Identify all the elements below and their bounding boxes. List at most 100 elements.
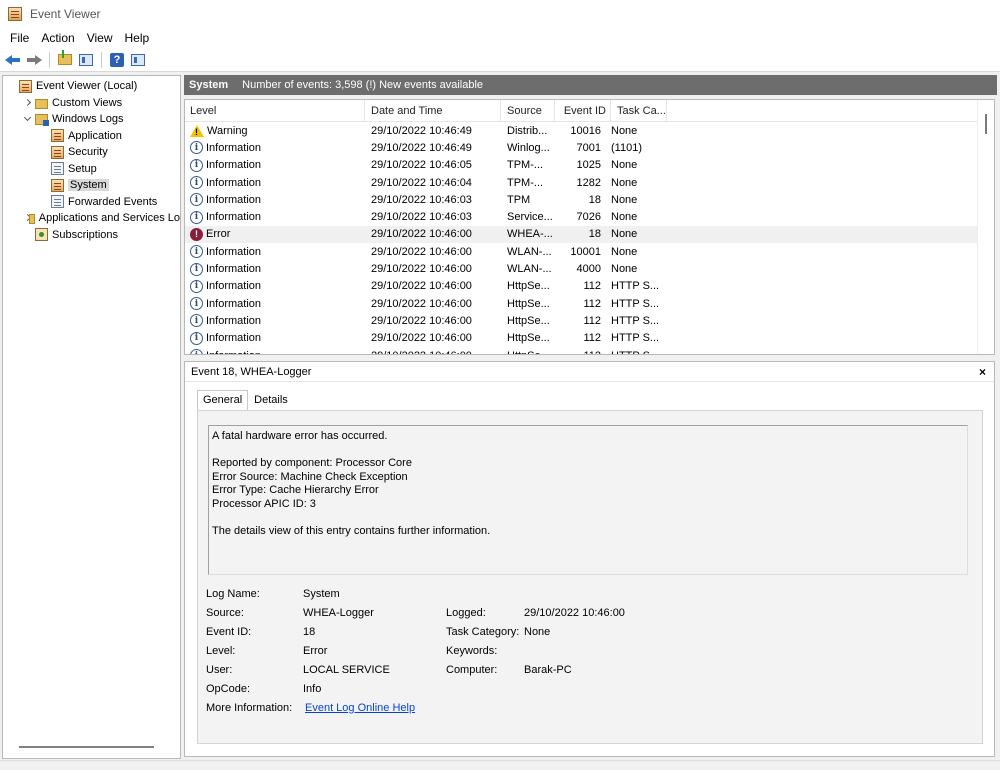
event-count: Number of events: 3,598 (!) New events a… <box>242 79 484 91</box>
cell-event-id: 18 <box>588 193 601 206</box>
main-pane: System Number of events: 3,598 (!) New e… <box>184 75 997 759</box>
level-text: Information <box>206 141 262 154</box>
event-row[interactable]: iInformation29/10/2022 10:46:00HttpSe...… <box>185 347 994 355</box>
tree-item-application[interactable]: Application <box>3 128 180 145</box>
event-row[interactable]: iInformation29/10/2022 10:46:00HttpSe...… <box>185 278 994 295</box>
information-icon: i <box>190 262 203 276</box>
column-event-id[interactable]: Event ID <box>555 100 611 121</box>
event-row[interactable]: i Information 29/10/2022 10:46:05 TPM-... 10… <box>185 157 994 174</box>
show-hide-console-tree-button[interactable] <box>77 51 95 69</box>
level-text: Information <box>206 211 262 224</box>
column-task-category[interactable]: Task Ca... <box>611 100 667 121</box>
tree-item-label: Custom Views <box>52 96 123 109</box>
show-hide-action-pane-button[interactable] <box>129 51 147 69</box>
tree-item-label: Security <box>68 146 108 159</box>
detail-header: Event 18, WHEA-Logger × <box>185 362 994 382</box>
event-row[interactable]: iInformation29/10/2022 10:46:00HttpSe...… <box>185 295 994 312</box>
tab-general[interactable]: General <box>197 390 249 410</box>
tree-item-subscriptions[interactable]: Subscriptions <box>3 227 180 244</box>
information-icon: i <box>190 314 203 328</box>
cell-source: TPM-... <box>507 159 544 172</box>
prop-source-label: Source: <box>206 607 244 619</box>
log-warn-icon <box>51 145 64 159</box>
cell-level: iInformation <box>185 349 365 354</box>
column-source[interactable]: Source <box>501 100 555 121</box>
event-description[interactable]: A fatal hardware error has occurred. Rep… <box>208 425 968 575</box>
tree-item-windows-logs[interactable]: Windows Logs <box>3 111 180 128</box>
menu-action[interactable]: Action <box>35 31 80 45</box>
menu-bar: File Action View Help <box>0 28 1000 48</box>
information-icon: i <box>190 279 203 293</box>
cell-event-id: 112 <box>555 350 605 355</box>
tree-item-event-viewer-local[interactable]: Event Viewer (Local) <box>3 78 180 95</box>
warning-icon <box>190 124 204 137</box>
cell-date-time: 29/10/2022 10:46:03 <box>371 193 472 206</box>
tree-item-forwarded-events[interactable]: Forwarded Events <box>3 194 180 211</box>
action-pane-icon <box>131 53 145 66</box>
up-one-level-button[interactable] <box>56 50 74 69</box>
cell-task-category: None <box>611 263 638 276</box>
folder-icon <box>35 98 48 109</box>
cell-source: WLAN-... <box>507 263 552 276</box>
cell-source: Distrib... <box>507 124 548 137</box>
column-date-time[interactable]: Date and Time <box>365 100 501 121</box>
cell-date-time: 29/10/2022 10:46:00 <box>371 280 472 293</box>
cell-source: TPM-... <box>507 176 544 189</box>
prop-task-category-label: Task Category: <box>446 626 520 638</box>
toolbar-separator <box>101 51 102 68</box>
tree-item-system[interactable]: System <box>3 177 180 194</box>
event-row[interactable]: iInformation29/10/2022 10:46:00HttpSe...… <box>185 330 994 347</box>
log-warn-icon <box>19 79 32 93</box>
event-log-online-help-link[interactable]: Event Log Online Help <box>305 701 415 715</box>
level-text: Information <box>206 159 262 172</box>
back-button[interactable] <box>4 51 22 69</box>
event-row[interactable]: i Information 29/10/2022 10:46:49 Winlog...… <box>185 139 994 156</box>
forward-button[interactable] <box>25 51 43 69</box>
tab-details[interactable]: Details <box>248 390 294 410</box>
close-icon[interactable]: × <box>979 365 986 379</box>
expand-chevron-icon[interactable] <box>23 213 27 223</box>
expand-chevron-icon[interactable] <box>23 114 33 124</box>
tree-item-custom-views[interactable]: Custom Views <box>3 95 180 112</box>
status-bar <box>0 760 1000 770</box>
tree-item-label: Applications and Services Lo <box>38 212 180 225</box>
event-row[interactable]: i Information 29/10/2022 10:46:03 TPM 18 None <box>185 191 994 208</box>
log-warn-icon <box>51 129 64 143</box>
event-row[interactable]: i Information 29/10/2022 10:46:04 TPM-... 12… <box>185 174 994 191</box>
column-level[interactable]: Level <box>185 100 365 121</box>
tree-item-applications-and-services-lo[interactable]: Applications and Services Lo <box>3 210 180 227</box>
cell-task-category: None <box>611 228 638 241</box>
menu-view[interactable]: View <box>81 31 119 45</box>
expand-chevron-icon[interactable] <box>23 98 33 108</box>
cell-task-category: HTTP S... <box>611 280 660 293</box>
tree-item-setup[interactable]: Setup <box>3 161 180 178</box>
event-row[interactable]: i Information 29/10/2022 10:46:00 WLAN-... 1… <box>185 243 994 260</box>
event-viewer-icon <box>8 7 22 21</box>
cell-date-time: 29/10/2022 10:46:00 <box>371 332 472 345</box>
log-warn-icon <box>51 178 64 192</box>
cell-event-id: 7026 <box>576 211 601 224</box>
event-row[interactable]: Warning 29/10/2022 10:46:49 Distrib... 1001… <box>185 122 994 139</box>
tree-item-security[interactable]: Security <box>3 144 180 161</box>
tree-horizontal-scrollbar[interactable] <box>19 746 154 748</box>
event-row[interactable]: i Information 29/10/2022 10:46:00 WLAN-... 4… <box>185 260 994 277</box>
grid-scrollbar[interactable] <box>977 100 994 354</box>
cell-event-id: 1282 <box>576 176 601 189</box>
scrollbar-thumb[interactable] <box>985 114 987 134</box>
cell-date-time: 29/10/2022 10:46:00 <box>371 245 472 258</box>
menu-file[interactable]: File <box>4 31 35 45</box>
help-button[interactable]: ? <box>108 51 126 69</box>
cell-task-category: HTTP S... <box>611 314 660 327</box>
toolbar-separator <box>49 51 50 68</box>
event-row[interactable]: ! Error 29/10/2022 10:46:00 WHEA-... 18 None <box>185 225 994 244</box>
prop-event-id-label: Event ID: <box>206 626 252 638</box>
event-row[interactable]: iInformation29/10/2022 10:46:00HttpSe...… <box>185 312 994 329</box>
menu-help[interactable]: Help <box>119 31 156 45</box>
cell-level: iInformation <box>185 158 365 172</box>
event-row[interactable]: i Information 29/10/2022 10:46:03 Service..… <box>185 208 994 225</box>
event-detail-pane: Event 18, WHEA-Logger × General Details … <box>184 361 995 757</box>
cell-source: HttpSe... <box>507 297 550 310</box>
prop-computer-label: Computer: <box>446 664 498 676</box>
tree-item-label: System <box>68 179 109 192</box>
